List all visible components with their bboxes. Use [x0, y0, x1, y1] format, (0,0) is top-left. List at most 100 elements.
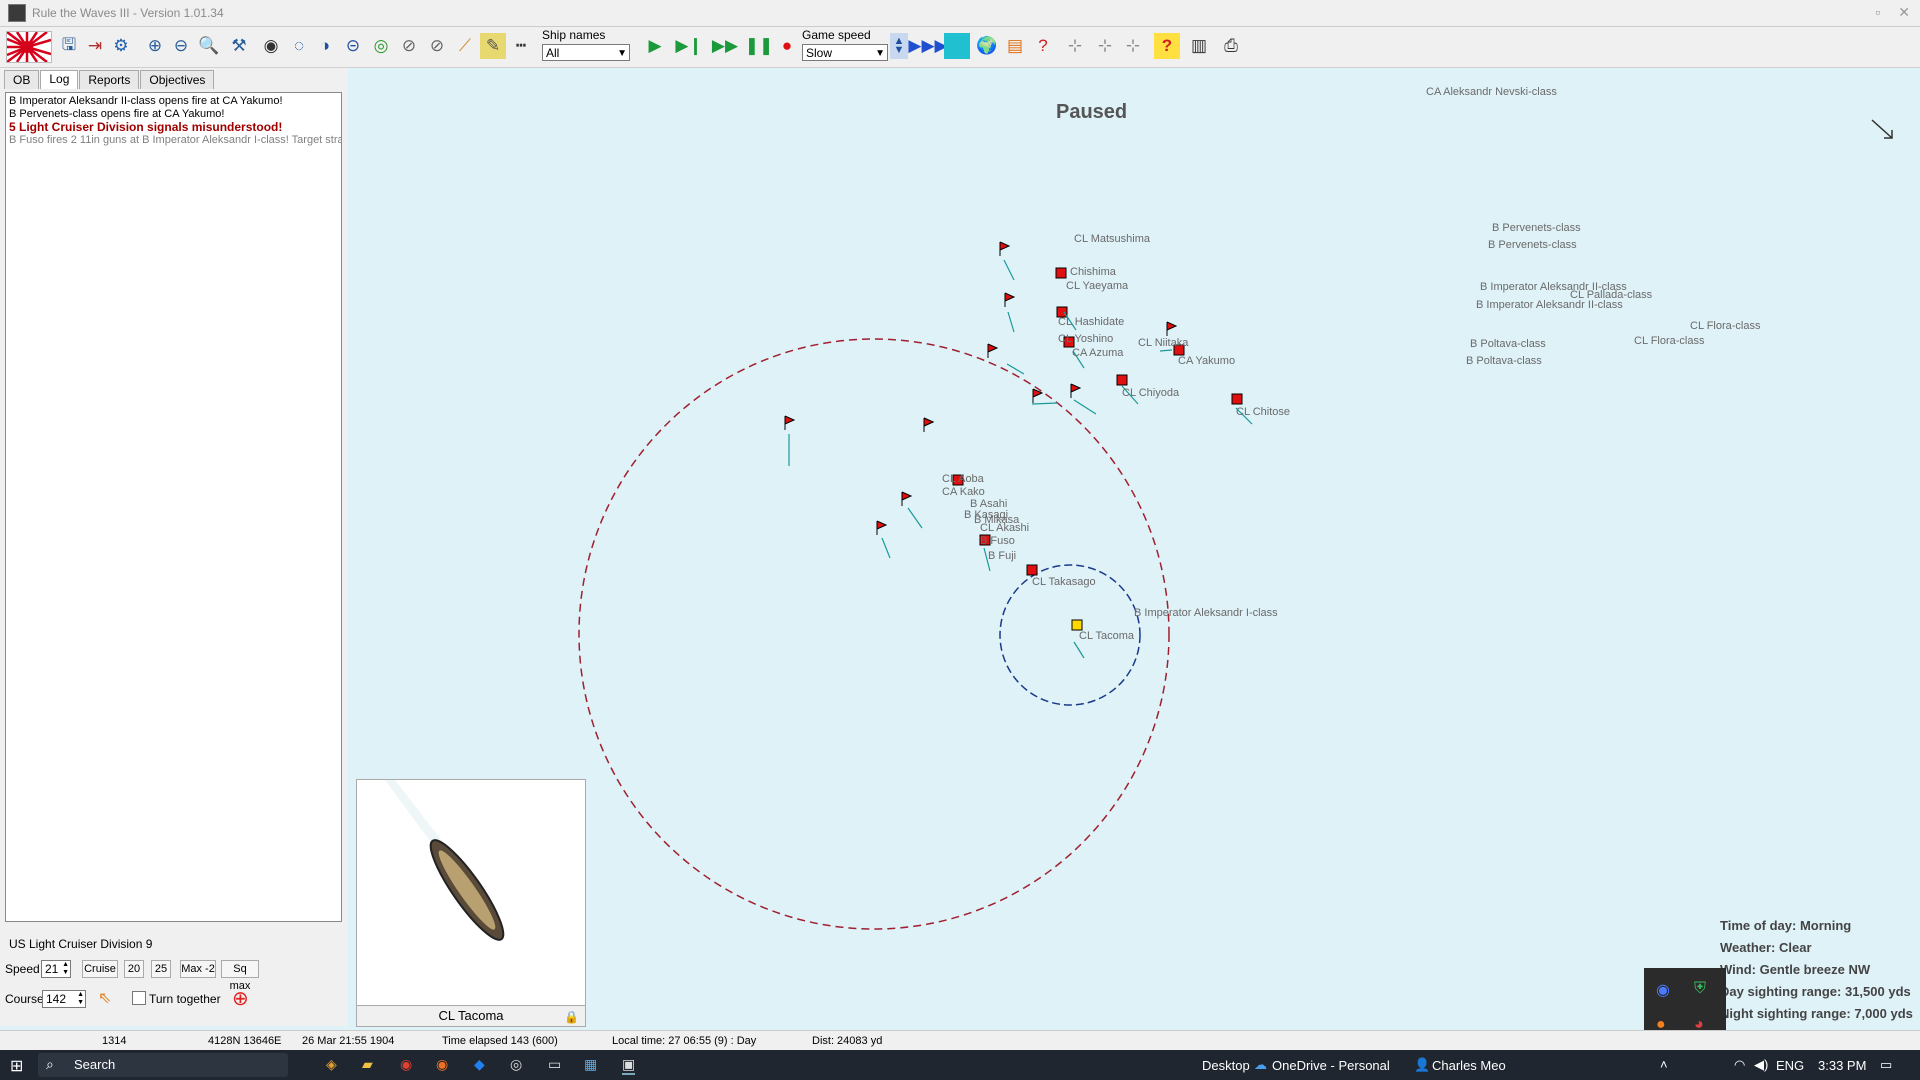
ship-label[interactable]: Chishima — [1070, 266, 1116, 278]
spinner-icon[interactable]: ▲ ▼ — [62, 961, 69, 977]
ship-label[interactable]: CA Aleksandr Nevski-class — [1426, 86, 1557, 98]
user-label[interactable]: Charles Meo — [1432, 1058, 1506, 1073]
ship-label[interactable]: CL Hashidate — [1058, 316, 1124, 328]
app-icon[interactable]: ◎ — [510, 1056, 522, 1073]
ship-label[interactable]: CA Yakumo — [1178, 355, 1235, 367]
formation-icon[interactable]: ⊹ — [1120, 33, 1146, 59]
range-circle-icon[interactable]: ⊘ — [396, 33, 422, 59]
range-circle-icon[interactable]: ⊘ — [424, 33, 450, 59]
ship-label[interactable]: CL Akashi — [980, 522, 1029, 534]
terminal-icon[interactable]: ▭ — [548, 1056, 561, 1073]
ship-label[interactable]: CL Chiyoda — [1122, 387, 1179, 399]
formation-icon[interactable]: ⊹ — [1062, 33, 1088, 59]
save-icon[interactable]: 🖫 — [56, 33, 82, 59]
ship-label[interactable]: CL Yaeyama — [1066, 280, 1128, 292]
ship-label[interactable]: CL Flora-class — [1634, 335, 1705, 347]
speed-25-button[interactable]: 25 — [151, 960, 171, 978]
folder-icon[interactable]: ▰ — [362, 1056, 373, 1073]
tab-ob[interactable]: OB — [4, 70, 40, 89]
zoom-fit-icon[interactable]: 🔍 — [196, 33, 222, 59]
ship-label[interactable]: CL Yoshino — [1058, 333, 1113, 345]
cruise-button[interactable]: Cruise — [82, 960, 118, 978]
tab-log[interactable]: Log — [40, 70, 79, 89]
desktop-label[interactable]: Desktop — [1202, 1058, 1250, 1073]
range-circle-icon[interactable]: ◎ — [368, 33, 394, 59]
game-speed-select[interactable]: Slow ▼ — [802, 44, 888, 61]
play-icon[interactable]: ▶ — [642, 33, 668, 59]
range-circle-icon[interactable]: ◌ — [286, 33, 312, 59]
pause-icon[interactable]: ❚❚ — [745, 33, 774, 59]
ship-label[interactable]: B Poltava-class — [1466, 355, 1542, 367]
japan-flag-icon[interactable] — [6, 31, 52, 63]
volume-icon[interactable]: ◀) — [1754, 1057, 1768, 1073]
pen-icon[interactable]: ✎ — [480, 33, 506, 59]
books-icon[interactable]: ▤ — [1002, 33, 1028, 59]
zoom-out-icon[interactable]: ⊖ — [168, 33, 194, 59]
formation-icon[interactable]: ⊹ — [1092, 33, 1118, 59]
log-list[interactable]: B Imperator Aleksandr II-class opens fir… — [5, 92, 342, 922]
range-circle-icon[interactable]: ◑ — [312, 33, 338, 59]
ship-label[interactable]: CA Kako — [942, 486, 985, 498]
ship-label[interactable]: CL Takasago — [1032, 576, 1096, 588]
target-icon[interactable]: ⊕ — [232, 986, 249, 1011]
globe-icon[interactable]: 🌍 — [974, 33, 1000, 59]
speed-20-button[interactable]: 20 — [124, 960, 144, 978]
close-icon[interactable]: ✕ — [1898, 4, 1910, 21]
printer-icon[interactable]: ⎙ — [1218, 33, 1244, 59]
fast-forward-icon[interactable]: ▶▶ — [712, 33, 738, 59]
app-icon[interactable]: ◈ — [326, 1056, 337, 1073]
print-icon[interactable]: ▥ — [1186, 33, 1212, 59]
exit-icon[interactable]: ⇥ — [82, 33, 108, 59]
ship-label[interactable]: CL Matsushima — [1074, 233, 1150, 245]
step-icon[interactable]: ▶❙ — [675, 33, 702, 59]
tab-objectives[interactable]: Objectives — [140, 70, 215, 89]
settings-icon[interactable]: ⚙ — [108, 33, 134, 59]
course-arrow-icon[interactable]: ⇖ — [98, 988, 111, 1008]
ship-label[interactable]: CL Flora-class — [1690, 320, 1761, 332]
ship-label[interactable]: CL Tacoma — [1079, 630, 1134, 642]
ship-label[interactable]: B Fuso — [980, 535, 1015, 547]
speed-input[interactable]: 21 ▲ ▼ — [41, 960, 71, 978]
shield-icon[interactable]: ⛨ — [1694, 980, 1706, 998]
ship-label[interactable]: B Imperator Aleksandr I-class — [1134, 607, 1278, 619]
zoom-in-icon[interactable]: ⊕ — [142, 33, 168, 59]
chrome-icon[interactable]: ◉ — [400, 1056, 412, 1073]
tools-icon[interactable]: ⚒ — [226, 33, 252, 59]
ship-label[interactable]: B Pervenets-class — [1492, 222, 1581, 234]
dash-icon[interactable]: ┅ — [508, 33, 534, 59]
chevron-up-icon[interactable]: ˄ — [1660, 1057, 1668, 1072]
app-icon[interactable]: ▦ — [584, 1056, 597, 1073]
rtw-app-icon[interactable]: ▣ — [622, 1056, 636, 1075]
ship-label[interactable]: CL Chitose — [1236, 406, 1290, 418]
ship-label[interactable]: CA Azuma — [1072, 347, 1123, 359]
ship-label[interactable]: B Pervenets-class — [1488, 239, 1577, 251]
windows-start-icon[interactable]: ⊞ — [10, 1056, 23, 1076]
faster-icon[interactable]: ▶▶▶ — [908, 33, 947, 59]
wifi-icon[interactable]: ◠ — [1734, 1057, 1745, 1073]
damage-icon[interactable]: ? — [1030, 33, 1056, 59]
spinner-icon[interactable]: ▲ ▼ — [77, 991, 84, 1007]
ship-label[interactable]: B Imperator Aleksandr II-class — [1476, 299, 1623, 311]
search-box[interactable]: ⌕ Search — [38, 1053, 288, 1077]
max-minus-2-button[interactable]: Max -2 — [180, 960, 216, 978]
ship-label[interactable]: CL Niitaka — [1138, 337, 1188, 349]
firefox-icon[interactable]: ◉ — [436, 1056, 448, 1073]
line-icon[interactable]: ⟋ — [452, 33, 478, 59]
ship-label[interactable]: B Fuji — [988, 550, 1016, 562]
help-icon[interactable]: ? — [1154, 33, 1180, 59]
language-indicator[interactable]: ENG — [1776, 1058, 1804, 1073]
ship-label[interactable]: CL Aoba — [942, 473, 984, 485]
speed-up-down-icon[interactable]: ▲ ▼ — [890, 33, 908, 59]
map-icon[interactable] — [944, 33, 970, 59]
maximize-icon[interactable]: ▫ — [1875, 4, 1880, 21]
tab-reports[interactable]: Reports — [79, 70, 140, 89]
dropbox-icon[interactable]: ◆ — [474, 1056, 485, 1073]
record-icon[interactable]: ● — [774, 33, 800, 59]
app-tray-icon[interactable]: ◉ — [1656, 980, 1670, 1000]
clock[interactable]: 3:33 PM — [1818, 1058, 1866, 1073]
battle-map[interactable]: Paused CA Aleksandr Nevski-class CL Mats… — [352, 68, 1920, 1026]
sq-max-button[interactable]: Sq max — [221, 960, 259, 992]
ship-label[interactable]: B Poltava-class — [1470, 338, 1546, 350]
turn-together-checkbox[interactable] — [132, 991, 146, 1005]
range-circle-icon[interactable]: ⊝ — [340, 33, 366, 59]
